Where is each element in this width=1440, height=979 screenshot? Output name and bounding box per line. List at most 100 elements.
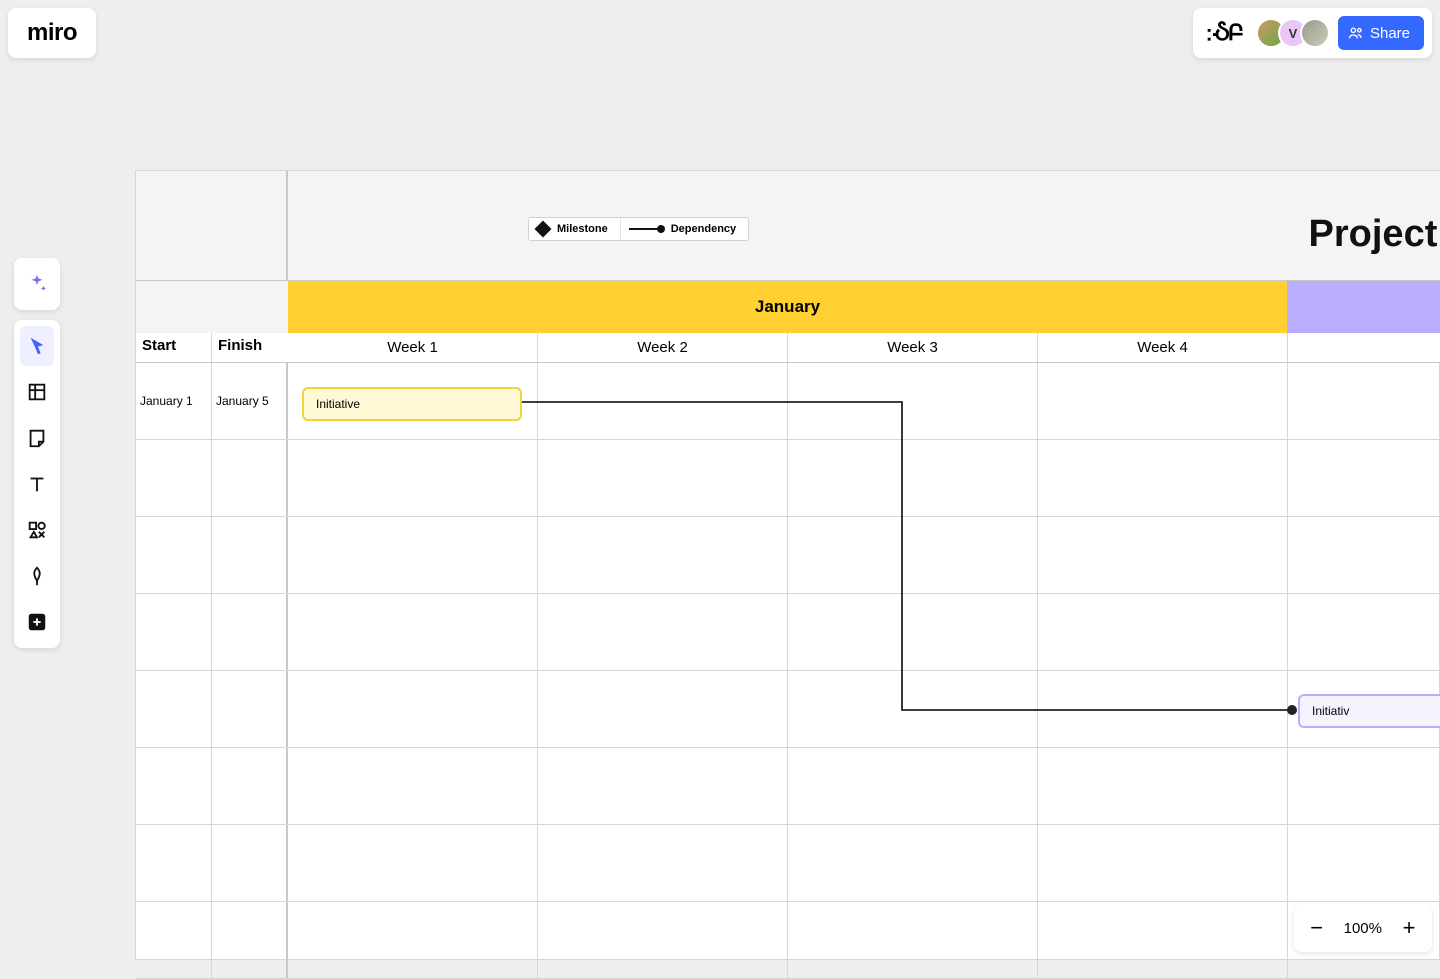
timeline-board[interactable]: Milestone Dependency Project Ti Start Fi… <box>135 170 1440 960</box>
cell-week[interactable] <box>788 748 1038 824</box>
zoom-in-button[interactable]: + <box>1396 915 1422 941</box>
legend-milestone: Milestone <box>529 218 621 240</box>
table-row[interactable] <box>136 594 1440 671</box>
plus-icon: + <box>1403 915 1416 941</box>
table-row[interactable] <box>136 517 1440 594</box>
table-row[interactable] <box>136 748 1440 825</box>
gantt-bar-initiative[interactable]: Initiative <box>302 387 522 421</box>
cell-week[interactable] <box>788 363 1038 439</box>
table-corner-cell <box>136 171 288 281</box>
table-row[interactable] <box>136 671 1440 748</box>
cursor-icon <box>26 335 48 357</box>
cell-start[interactable]: January 1 <box>136 363 212 439</box>
frame-icon <box>26 381 48 403</box>
cell-week[interactable] <box>1038 671 1288 747</box>
cell-start[interactable] <box>136 517 212 593</box>
cell-finish[interactable] <box>212 594 288 670</box>
cell-week[interactable] <box>1288 748 1440 824</box>
cell-finish[interactable]: January 5 <box>212 363 288 439</box>
cell-week[interactable] <box>288 902 538 978</box>
table-row[interactable] <box>136 902 1440 979</box>
avatar[interactable] <box>1300 18 1330 48</box>
cell-week[interactable] <box>1288 825 1440 901</box>
pen-icon <box>26 565 48 587</box>
cell-week[interactable] <box>538 363 788 439</box>
table-row[interactable] <box>136 825 1440 902</box>
cell-finish[interactable] <box>212 517 288 593</box>
cell-finish[interactable] <box>212 825 288 901</box>
cell-start[interactable] <box>136 825 212 901</box>
zoom-out-button[interactable]: − <box>1304 915 1330 941</box>
week-header: Week 1 <box>288 333 538 362</box>
cell-week[interactable] <box>788 902 1038 978</box>
cell-week[interactable] <box>288 671 538 747</box>
cell-week[interactable] <box>1038 748 1288 824</box>
cell-start[interactable] <box>136 902 212 978</box>
add-tool[interactable] <box>20 602 54 642</box>
frame-tool[interactable] <box>20 372 54 412</box>
toolbar-group-main <box>14 320 60 648</box>
left-toolbar <box>14 258 60 648</box>
cell-start[interactable] <box>136 748 212 824</box>
topbar-right: ჻ჂԲ V Share <box>1193 8 1432 58</box>
ai-sparkle-button[interactable] <box>20 264 54 304</box>
cell-week[interactable] <box>288 825 538 901</box>
cell-week[interactable] <box>1038 363 1288 439</box>
cell-finish[interactable] <box>212 902 288 978</box>
cell-week[interactable] <box>288 594 538 670</box>
cell-start[interactable] <box>136 594 212 670</box>
cell-week[interactable] <box>1288 594 1440 670</box>
select-tool[interactable] <box>20 326 54 366</box>
cell-start[interactable] <box>136 671 212 747</box>
cell-week[interactable] <box>538 825 788 901</box>
cell-finish[interactable] <box>212 671 288 747</box>
text-tool[interactable] <box>20 464 54 504</box>
cell-week[interactable] <box>1038 517 1288 593</box>
share-label: Share <box>1370 25 1410 42</box>
cell-week[interactable] <box>288 748 538 824</box>
cell-week[interactable] <box>788 825 1038 901</box>
cell-week[interactable] <box>788 594 1038 670</box>
table-row[interactable] <box>136 440 1440 517</box>
zoom-level[interactable]: 100% <box>1344 920 1382 937</box>
sticky-note-icon <box>26 427 48 449</box>
cell-finish[interactable] <box>212 440 288 516</box>
cell-week[interactable] <box>1038 440 1288 516</box>
cell-week[interactable] <box>538 902 788 978</box>
cell-week[interactable] <box>538 748 788 824</box>
cell-week[interactable] <box>288 440 538 516</box>
cell-week[interactable] <box>1288 363 1440 439</box>
shapes-tool[interactable] <box>20 510 54 550</box>
cell-week[interactable] <box>788 440 1038 516</box>
cell-week[interactable] <box>1288 440 1440 516</box>
app-logo[interactable]: miro <box>8 8 96 58</box>
board-title[interactable]: Project Ti <box>1309 213 1440 256</box>
cell-week[interactable] <box>1038 902 1288 978</box>
cell-week[interactable] <box>538 671 788 747</box>
collaborators-activity-icon[interactable]: ჻ჂԲ <box>1201 20 1248 46</box>
avatar-stack[interactable]: V <box>1256 18 1330 48</box>
sticky-note-tool[interactable] <box>20 418 54 458</box>
cell-week[interactable] <box>788 517 1038 593</box>
app-logo-text: miro <box>27 19 77 47</box>
cell-week[interactable] <box>538 517 788 593</box>
cell-finish[interactable] <box>212 748 288 824</box>
dependency-line-icon <box>629 225 663 233</box>
cell-week[interactable] <box>788 671 1038 747</box>
month-header-row: January <box>288 281 1440 333</box>
pen-tool[interactable] <box>20 556 54 596</box>
start-finish-headers: Start Finish <box>136 281 288 363</box>
text-icon <box>26 473 48 495</box>
people-icon <box>1348 25 1364 41</box>
cell-week[interactable] <box>288 517 538 593</box>
week-header: Week 3 <box>788 333 1038 362</box>
cell-week[interactable] <box>538 440 788 516</box>
cell-week[interactable] <box>1038 594 1288 670</box>
cell-start[interactable] <box>136 440 212 516</box>
gantt-bar-initiative[interactable]: Initiativ <box>1298 694 1440 728</box>
cell-week[interactable] <box>1288 517 1440 593</box>
share-button[interactable]: Share <box>1338 16 1424 50</box>
cell-week[interactable] <box>538 594 788 670</box>
cell-week[interactable] <box>1038 825 1288 901</box>
avatar-initial: V <box>1289 26 1298 41</box>
